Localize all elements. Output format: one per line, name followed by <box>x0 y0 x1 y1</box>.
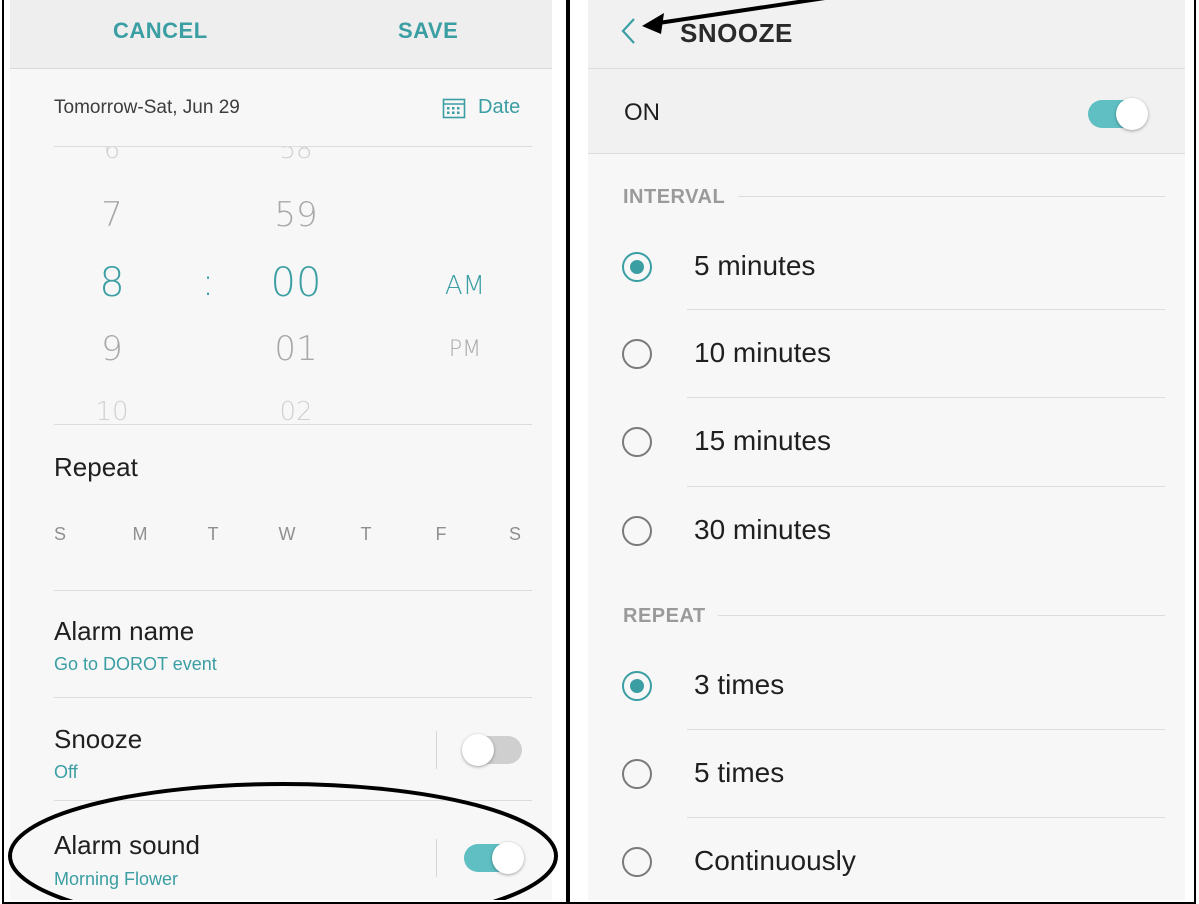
day-friday[interactable]: F <box>426 524 456 545</box>
divider <box>687 817 1165 818</box>
snooze-master-toggle[interactable] <box>1088 98 1148 130</box>
vertical-separator <box>436 839 437 877</box>
snooze-toggle[interactable] <box>462 734 522 766</box>
minute-option[interactable]: 02 <box>256 397 336 424</box>
divider <box>54 590 532 591</box>
section-divider <box>738 196 1165 197</box>
interval-option-label: 30 minutes <box>694 514 831 545</box>
day-thursday[interactable]: T <box>351 524 381 545</box>
snooze-settings-screen: SNOOZE ON INTERVAL 5 minutes 10 minutes … <box>588 0 1185 900</box>
minute-option[interactable]: 58 <box>256 147 336 165</box>
radio-unselected[interactable] <box>622 427 652 457</box>
hour-option[interactable]: 6 <box>82 147 142 165</box>
pm-option[interactable]: PM <box>430 337 500 362</box>
day-monday[interactable]: M <box>125 524 155 545</box>
alarm-edit-screen: CANCEL SAVE Tomorrow-Sat, Jun 29 Date 6 … <box>10 0 552 900</box>
divider <box>54 800 532 801</box>
alarm-name-label: Alarm name <box>54 616 195 646</box>
radio-unselected[interactable] <box>622 339 652 369</box>
repeat-option[interactable]: 5 times <box>588 731 1185 817</box>
interval-option[interactable]: 5 minutes <box>588 224 1185 310</box>
calendar-icon <box>442 98 466 119</box>
radio-unselected[interactable] <box>622 759 652 789</box>
time-colon: : <box>201 260 215 304</box>
vertical-separator <box>436 731 437 769</box>
on-label: ON <box>624 99 660 126</box>
alarm-name-row[interactable]: Alarm name Go to DOROT event <box>10 592 552 696</box>
interval-option[interactable]: 30 minutes <box>588 488 1185 574</box>
cancel-button[interactable]: CANCEL <box>113 18 208 44</box>
repeat-option[interactable]: Continuously <box>588 819 1185 900</box>
radio-unselected[interactable] <box>622 847 652 877</box>
minute-selected[interactable]: 00 <box>256 260 336 306</box>
alarm-sound-row[interactable]: Alarm sound Morning Flower <box>10 802 552 900</box>
repeat-option-label: Continuously <box>694 845 856 876</box>
divider <box>687 729 1165 730</box>
repeat-option[interactable]: 3 times <box>588 643 1185 729</box>
save-button[interactable]: SAVE <box>398 18 458 44</box>
repeat-label: Repeat <box>54 452 138 482</box>
day-sunday[interactable]: S <box>45 524 75 545</box>
alarm-sound-value: Morning Flower <box>54 869 179 889</box>
interval-option-label: 10 minutes <box>694 337 831 368</box>
radio-selected[interactable] <box>622 252 652 282</box>
interval-option[interactable]: 15 minutes <box>588 399 1185 485</box>
day-tuesday[interactable]: T <box>198 524 228 545</box>
minute-option[interactable]: 59 <box>256 195 336 235</box>
divider <box>54 697 532 698</box>
day-saturday[interactable]: S <box>500 524 530 545</box>
hour-selected[interactable]: 8 <box>82 260 142 306</box>
snooze-value: Off <box>54 762 78 782</box>
snooze-master-switch-row[interactable]: ON <box>588 69 1185 153</box>
hour-option[interactable]: 10 <box>82 397 142 424</box>
radio-selected[interactable] <box>622 671 652 701</box>
repeat-option-label: 5 times <box>694 757 785 788</box>
alarm-sound-label: Alarm sound <box>54 830 200 860</box>
divider <box>54 424 532 425</box>
radio-unselected[interactable] <box>622 516 652 546</box>
interval-option-label: 5 minutes <box>694 250 816 281</box>
hour-option[interactable]: 9 <box>82 329 142 369</box>
alarm-sound-toggle[interactable] <box>464 842 524 874</box>
divider <box>588 153 1185 154</box>
interval-option-label: 15 minutes <box>694 425 831 456</box>
section-divider <box>718 615 1165 616</box>
snooze-header: SNOOZE <box>588 0 1185 69</box>
alarm-name-value: Go to DOROT event <box>54 654 217 674</box>
snooze-label: Snooze <box>54 724 143 754</box>
alarm-date-text: Tomorrow-Sat, Jun 29 <box>54 97 240 118</box>
repeat-section-header: REPEAT <box>623 605 706 627</box>
chevron-left-icon[interactable] <box>618 16 640 46</box>
top-action-bar: CANCEL SAVE <box>10 0 552 69</box>
interval-option[interactable]: 10 minutes <box>588 311 1185 397</box>
interval-section-header: INTERVAL <box>623 186 726 208</box>
time-picker[interactable]: 6 7 8 9 10 : 58 59 00 01 02 AM PM <box>10 147 552 424</box>
day-wednesday[interactable]: W <box>272 524 302 545</box>
divider <box>687 309 1165 310</box>
page-title: SNOOZE <box>680 18 793 48</box>
repeat-option-label: 3 times <box>694 669 785 700</box>
snooze-row[interactable]: Snooze Off <box>10 699 552 799</box>
am-selected[interactable]: AM <box>430 271 500 301</box>
divider <box>687 397 1165 398</box>
divider <box>687 486 1165 487</box>
hour-option[interactable]: 7 <box>82 195 142 235</box>
minute-option[interactable]: 01 <box>256 329 336 369</box>
date-button-label: Date <box>478 96 521 118</box>
